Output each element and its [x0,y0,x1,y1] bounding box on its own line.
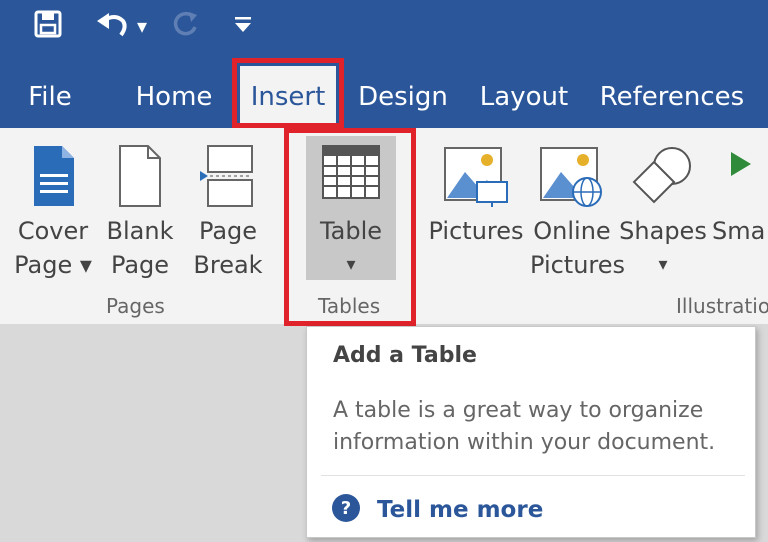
tables-group-highlight [284,128,416,326]
cover-page-button[interactable]: Cover Page ▾ [8,128,98,296]
redo-button[interactable] [170,10,202,42]
tooltip-divider [321,475,745,476]
page-break-label: Page Break [193,217,263,279]
add-table-tooltip: Add a Table A table is a great way to or… [306,326,756,538]
undo-dropdown-button[interactable]: ▾ [134,10,150,42]
chevron-down-icon: ▾ [136,15,148,38]
illustrations-group-label: Illustratio [676,294,768,318]
tab-design[interactable]: Design [348,66,458,128]
tell-me-more-text[interactable]: Tell me more [377,497,543,523]
svg-text:?: ? [341,498,351,519]
tab-file[interactable]: File [12,66,88,128]
page-break-icon [198,144,258,214]
cover-page-label: Cover Page ▾ [14,217,92,279]
pictures-button[interactable]: Pictures [428,128,524,296]
tell-me-more-link[interactable]: ? Tell me more [331,493,543,527]
pictures-label: Pictures [428,217,524,245]
ribbon-tabs: File Home Insert Design Layout Reference… [0,66,768,128]
shapes-label: Shapes ▾ [619,217,707,275]
blank-page-label: Blank Page [106,217,174,279]
online-pictures-button[interactable]: Online Pictures [530,128,626,296]
tab-layout[interactable]: Layout [472,66,576,128]
tooltip-title: Add a Table [333,343,477,368]
pictures-icon [443,144,509,214]
page-break-button[interactable]: Page Break [186,128,270,296]
tab-references[interactable]: References [592,66,752,128]
tooltip-body: A table is a great way to organize infor… [333,398,716,455]
help-icon: ? [331,493,361,527]
online-pictures-label: Online Pictures [530,217,626,279]
undo-button[interactable] [92,10,132,42]
shapes-icon [630,144,696,214]
pages-group-label: Pages [106,294,165,318]
insert-tab-highlight [232,58,344,128]
customize-icon [232,13,254,40]
tab-home[interactable]: Home [120,66,228,128]
shapes-button[interactable]: Shapes ▾ [618,128,708,296]
save-button[interactable] [30,10,66,42]
save-icon [33,9,63,44]
smartart-button[interactable]: Sma [708,128,768,296]
redo-icon [171,9,201,44]
undo-icon [95,9,129,44]
smartart-label: Sma [712,217,766,245]
online-pictures-icon [539,144,605,214]
blank-page-icon [116,144,164,214]
blank-page-button[interactable]: Blank Page [100,128,180,296]
smartart-icon [725,144,755,190]
cover-page-icon [28,144,78,214]
customize-toolbar-button[interactable] [228,10,258,42]
